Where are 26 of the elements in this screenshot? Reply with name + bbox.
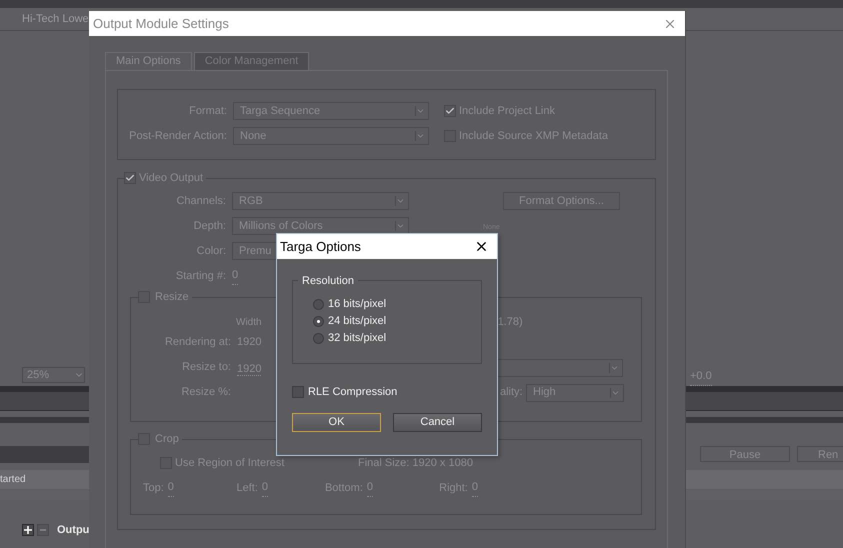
plus-icon[interactable] [22, 524, 34, 536]
radio-option[interactable]: 24 bits/pixel [313, 314, 481, 328]
radio-option[interactable]: 32 bits/pixel [313, 331, 481, 345]
caret-icon [610, 388, 620, 398]
checkbox[interactable] [444, 105, 456, 117]
radio-button[interactable] [313, 332, 324, 344]
checkbox[interactable] [124, 172, 136, 184]
close-icon[interactable] [474, 239, 489, 254]
check-icon [445, 106, 455, 116]
check-icon [125, 173, 135, 184]
radio-button[interactable] [313, 316, 324, 326]
item-label: Hi-Tech Lowe [22, 12, 89, 27]
caret-icon [415, 106, 425, 116]
caret-icon [395, 221, 405, 231]
ok-button[interactable]: OK [292, 413, 381, 432]
window-title: Output Module Settings [93, 14, 230, 33]
cancel-button[interactable]: Cancel [393, 413, 482, 432]
caret-icon [395, 196, 405, 206]
caret-icon [609, 362, 619, 372]
radio-option[interactable]: 16 bits/pixel [313, 297, 481, 311]
option-label: RLE Compression [308, 384, 398, 400]
panel-label: Outpu [57, 523, 90, 538]
radio-button[interactable] [313, 298, 324, 310]
window-title: Targa Options [280, 238, 362, 256]
caret-icon [415, 131, 425, 141]
checkbox[interactable] [292, 386, 304, 398]
